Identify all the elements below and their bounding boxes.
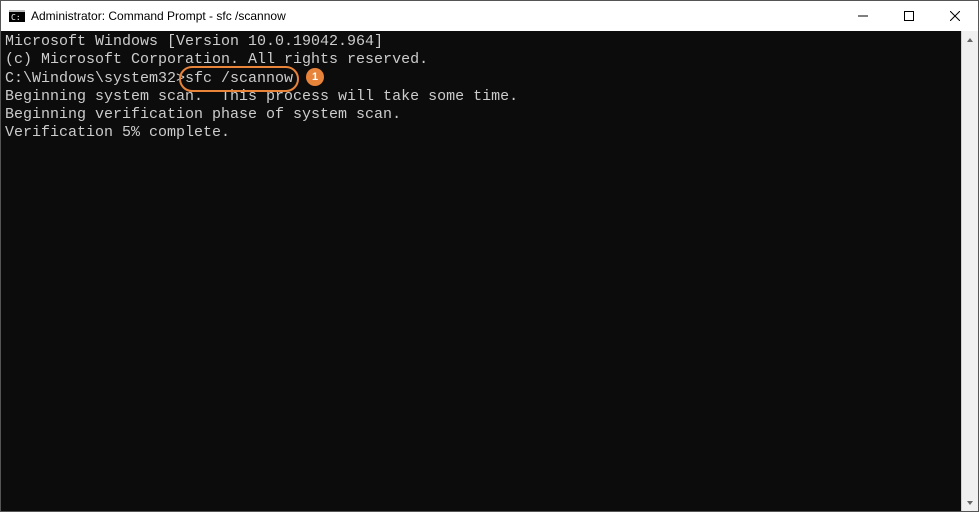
window-controls: [840, 1, 978, 31]
scrollbar-track[interactable]: [962, 48, 978, 494]
close-button[interactable]: [932, 1, 978, 31]
cmd-icon: C:: [9, 8, 25, 24]
svg-text:C:: C:: [11, 13, 21, 22]
copyright-line: (c) Microsoft Corporation. All rights re…: [5, 51, 957, 69]
scroll-down-button[interactable]: [962, 494, 978, 511]
titlebar[interactable]: C: Administrator: Command Prompt - sfc /…: [1, 1, 978, 31]
progress-line: Verification 5% complete.: [5, 124, 957, 142]
window-frame: C: Administrator: Command Prompt - sfc /…: [0, 0, 979, 512]
typed-command: sfc /scannow: [185, 70, 293, 87]
prompt-line: C:\Windows\system32>sfc /scannow 1: [5, 69, 957, 88]
prompt-prefix: C:\Windows\system32>: [5, 70, 185, 87]
vertical-scrollbar[interactable]: [961, 31, 978, 511]
maximize-button[interactable]: [886, 1, 932, 31]
client-area: Microsoft Windows [Version 10.0.19042.96…: [1, 31, 978, 511]
window-title: Administrator: Command Prompt - sfc /sca…: [31, 9, 286, 23]
scroll-up-button[interactable]: [962, 31, 978, 48]
minimize-button[interactable]: [840, 1, 886, 31]
scan-start-line: Beginning system scan. This process will…: [5, 88, 957, 106]
terminal-output[interactable]: Microsoft Windows [Version 10.0.19042.96…: [1, 31, 961, 511]
version-line: Microsoft Windows [Version 10.0.19042.96…: [5, 33, 957, 51]
step-badge-1: 1: [306, 68, 324, 86]
verify-phase-line: Beginning verification phase of system s…: [5, 106, 957, 124]
command-highlight: sfc /scannow: [185, 70, 293, 88]
